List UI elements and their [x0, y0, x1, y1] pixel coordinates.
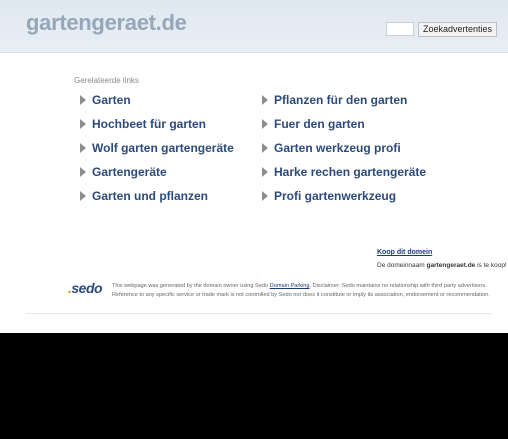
domain-parking-link[interactable]: Domain Parking: [270, 283, 310, 289]
related-link[interactable]: Gartengeräte: [80, 165, 167, 179]
related-link[interactable]: Garten werkzeug profi: [262, 141, 401, 155]
buy-domain-link[interactable]: Koop dit domein: [377, 249, 432, 256]
arrow-right-icon: [80, 143, 86, 153]
arrow-right-icon: [262, 95, 268, 105]
related-link[interactable]: Garten: [80, 93, 131, 107]
arrow-right-icon: [262, 167, 268, 177]
domain-logo[interactable]: gartengeraet.de: [26, 10, 187, 36]
related-link[interactable]: Profi gartenwerkzeug: [262, 189, 396, 203]
related-link[interactable]: Wolf garten gartengeräte: [80, 141, 234, 155]
parking-page: gartengeraet.de Zoekadvertenties Gerelat…: [0, 0, 508, 333]
arrow-right-icon: [80, 95, 86, 105]
divider: [26, 313, 492, 314]
domain-for-sale-text: De domeinnaam gartengeraet.de is te koop…: [377, 262, 507, 269]
arrow-right-icon: [262, 191, 268, 201]
arrow-right-icon: [80, 191, 86, 201]
search-input[interactable]: [386, 22, 414, 36]
related-link[interactable]: Fuer den garten: [262, 117, 365, 131]
arrow-right-icon: [80, 119, 86, 129]
arrow-right-icon: [262, 119, 268, 129]
sedo-logo[interactable]: .sedo: [68, 280, 103, 296]
disclaimer-text: This webpage was generated by the domain…: [112, 283, 490, 298]
header-bar: gartengeraet.de Zoekadvertenties: [0, 0, 508, 53]
related-link[interactable]: Pflanzen für den garten: [262, 93, 407, 107]
related-link[interactable]: Hochbeet für garten: [80, 117, 206, 131]
related-link[interactable]: Harke rechen gartengeräte: [262, 165, 426, 179]
related-link[interactable]: Garten und pflanzen: [80, 189, 208, 203]
arrow-right-icon: [80, 167, 86, 177]
related-links-title: Gerelateerde links: [74, 76, 139, 85]
arrow-right-icon: [262, 143, 268, 153]
search-button[interactable]: Zoekadvertenties: [418, 22, 498, 37]
